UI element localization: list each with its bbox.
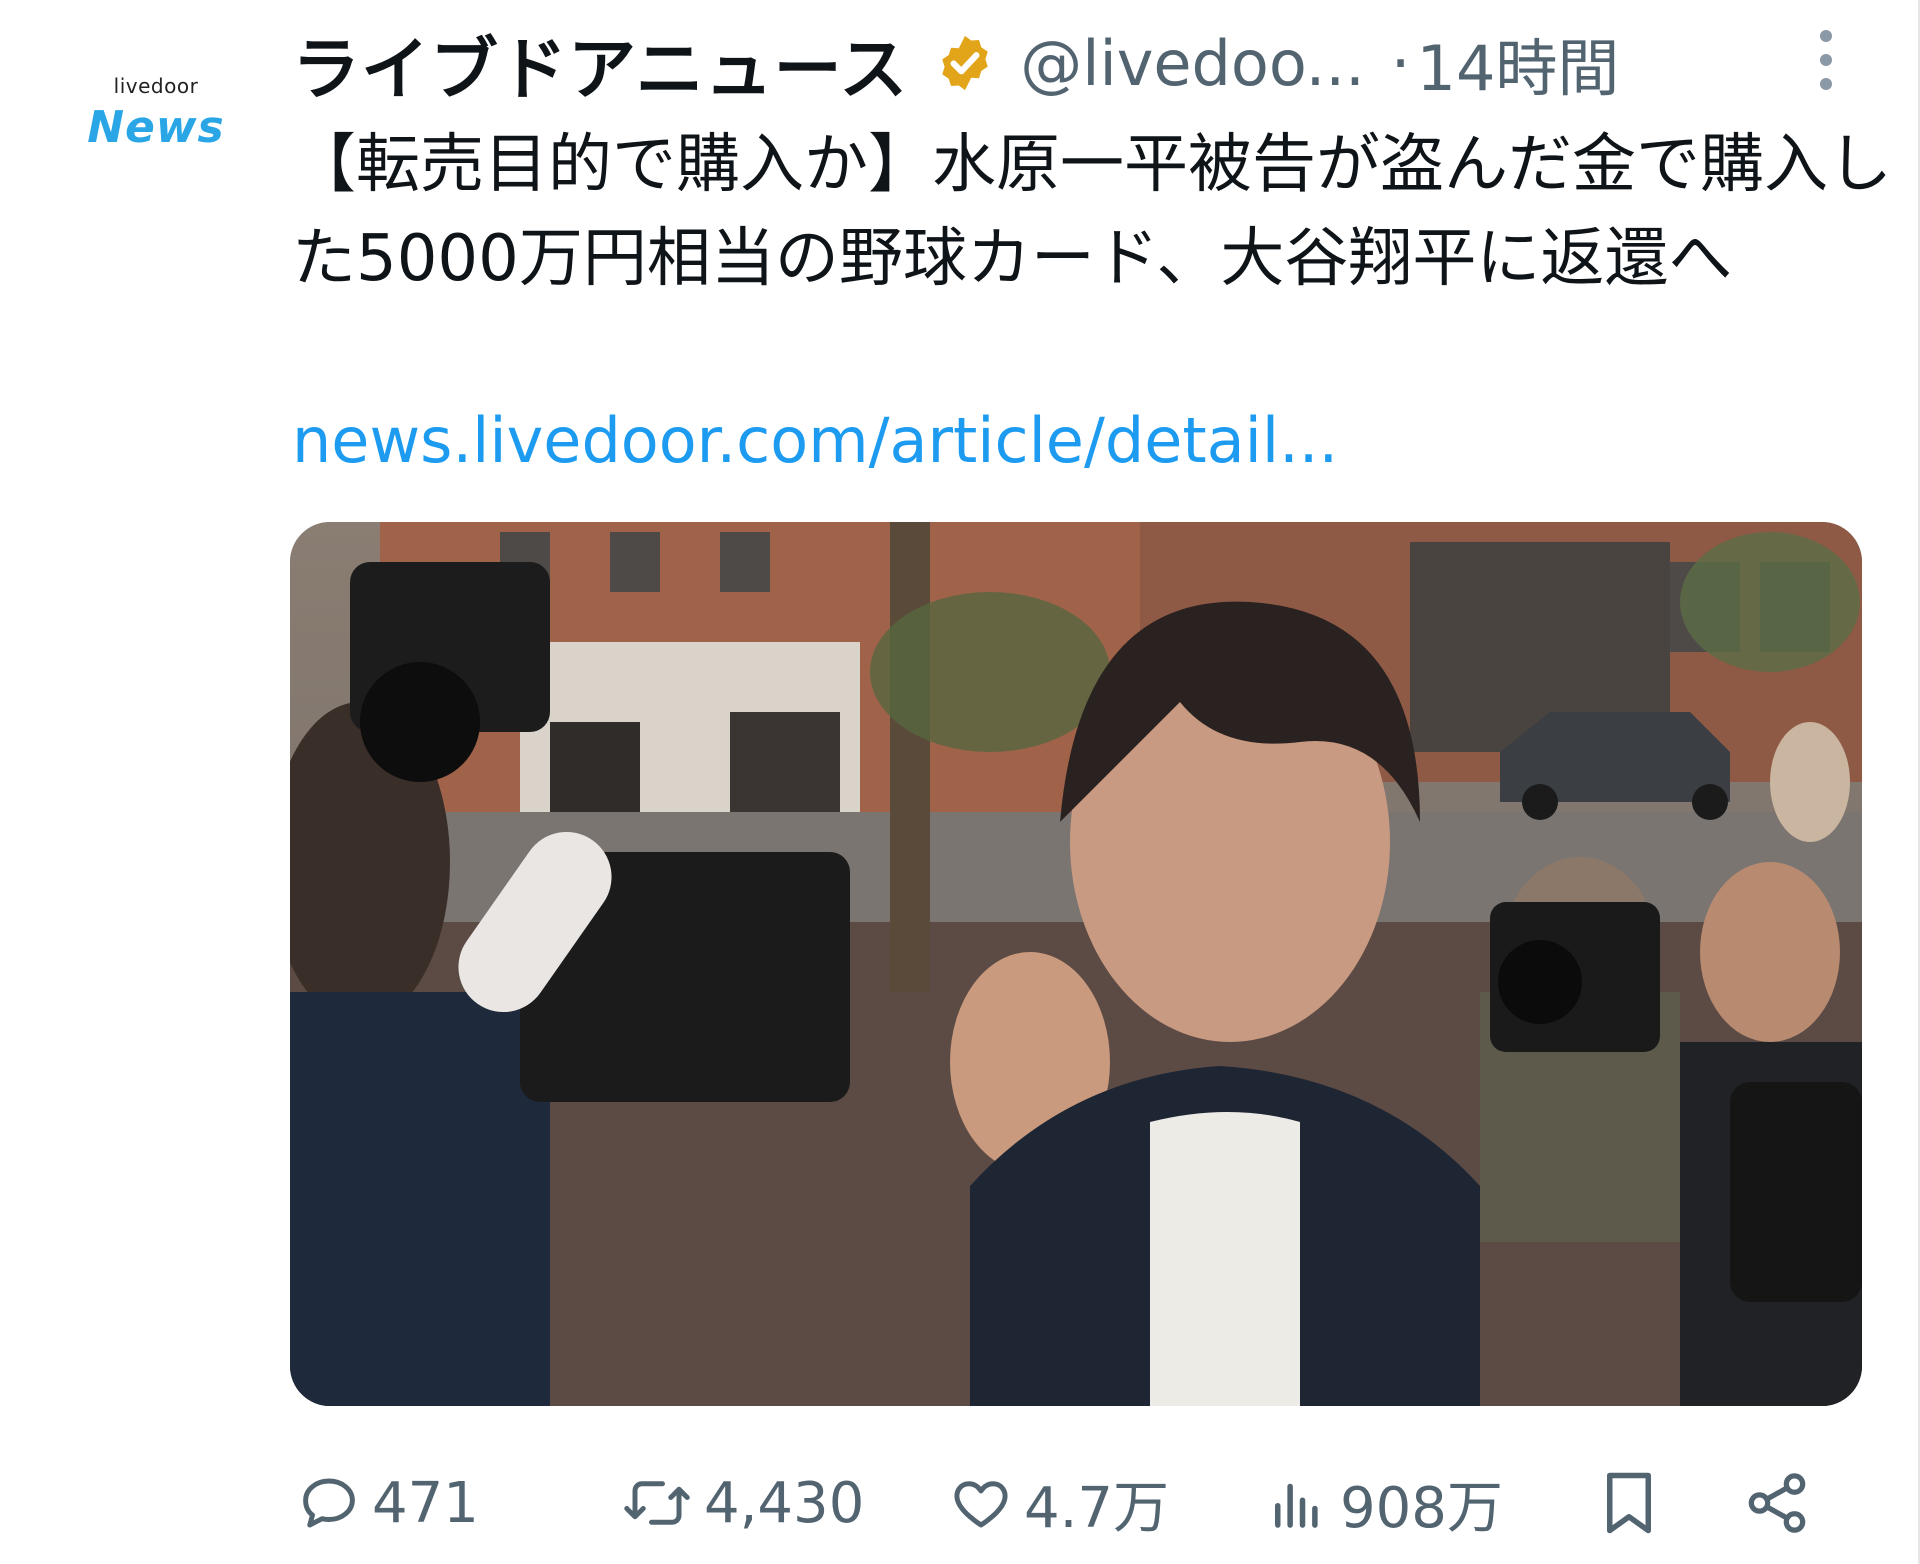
views-icon	[1275, 1483, 1318, 1528]
share-icon	[1748, 1473, 1806, 1533]
like-button[interactable]: 4.7万	[948, 1458, 1169, 1548]
post-time[interactable]: 14時間	[1417, 18, 1620, 108]
views-button[interactable]: 908万	[1264, 1458, 1503, 1548]
avatar-logo-top: livedoor	[113, 74, 199, 98]
post-text: 【転売目的で購入か】水原一平被告が盗んだ金で購入した5000万円相当の野球カード…	[292, 128, 1892, 296]
post-image[interactable]	[290, 522, 1862, 1406]
verified-badge-icon	[942, 35, 988, 91]
repost-count: 4,430	[704, 1470, 865, 1536]
repost-button[interactable]: 4,430	[620, 1458, 864, 1548]
more-icon[interactable]	[1806, 30, 1846, 96]
reply-count: 471	[372, 1470, 479, 1536]
avatar[interactable]: livedoor News	[66, 58, 246, 178]
action-bar: 471 4,430 4.7万 908万	[296, 1458, 1876, 1548]
bookmark-button[interactable]	[1596, 1458, 1672, 1548]
like-count: 4.7万	[1024, 1475, 1170, 1541]
reply-button[interactable]: 471	[296, 1458, 479, 1548]
user-handle[interactable]: @livedoo...	[1020, 27, 1365, 100]
bookmark-icon	[1607, 1472, 1651, 1534]
share-button[interactable]	[1742, 1458, 1822, 1548]
tweet-card[interactable]: livedoor News ライブドアニュース @livedoo... · 14…	[0, 0, 1920, 1564]
post-link[interactable]: news.livedoor.com/article/detail...	[292, 404, 1338, 477]
tweet-header: ライブドアニュース @livedoo... · 14時間	[292, 18, 1892, 110]
repost-icon	[624, 1481, 690, 1525]
views-count: 908万	[1340, 1475, 1503, 1541]
reply-icon	[303, 1478, 355, 1528]
like-icon	[954, 1481, 1008, 1528]
separator-dot: ·	[1390, 26, 1411, 100]
avatar-logo-news: News	[87, 102, 225, 153]
display-name[interactable]: ライブドアニュース	[292, 14, 908, 113]
